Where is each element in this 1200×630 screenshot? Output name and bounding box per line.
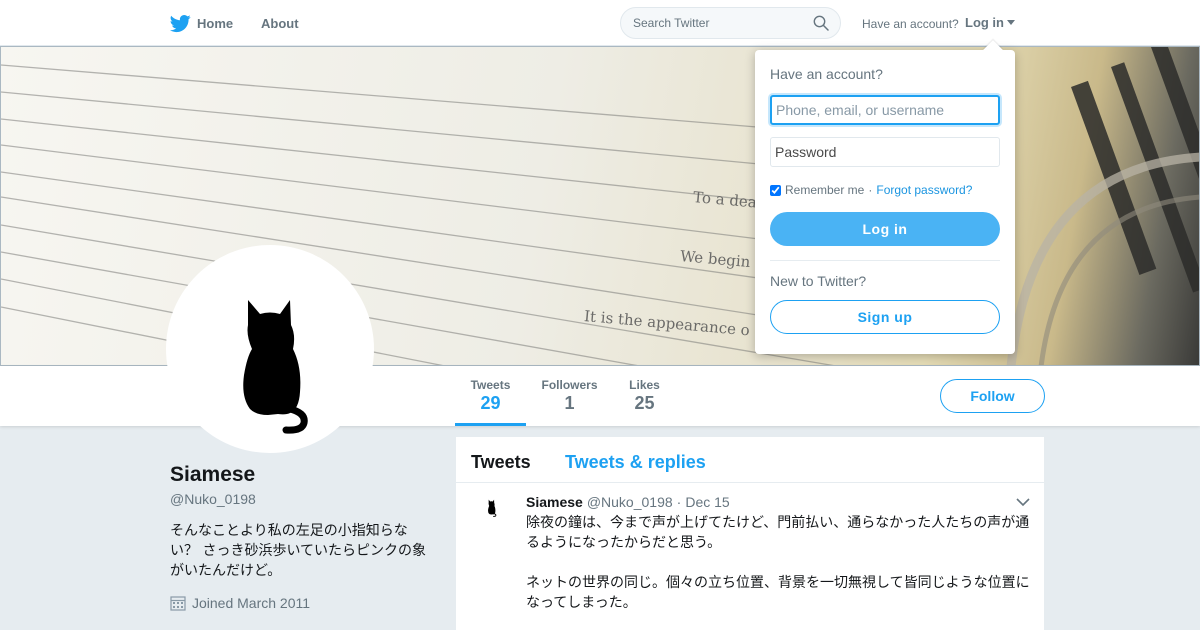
search-input[interactable] [633, 16, 803, 30]
profile-name[interactable]: Siamese [170, 463, 255, 487]
tweet-author-name[interactable]: Siamese [526, 494, 583, 510]
stat-label: Followers [541, 378, 598, 392]
tweet-header: Siamese @Nuko_0198 · Dec 15 [526, 494, 730, 510]
login-dropdown-toggle[interactable]: Log in [965, 15, 1015, 30]
new-to-twitter-text: New to Twitter? [770, 273, 867, 289]
stat-value: 25 [634, 393, 655, 413]
nav-home-label: Home [197, 16, 234, 31]
search-box [620, 7, 841, 39]
nav-home-link[interactable]: Home [170, 13, 233, 34]
profile-handle[interactable]: @Nuko_0198 [170, 491, 256, 507]
tweet-date[interactable]: Dec 15 [685, 494, 729, 510]
stat-value: 1 [564, 393, 575, 413]
have-account-text: Have an account? [862, 17, 959, 31]
follow-button[interactable]: Follow [940, 379, 1045, 413]
login-dropdown: Have an account? Remember me · Forgot pa… [755, 40, 1015, 354]
profile-bio: そんなことより私の左足の小指知らない？ さっき砂浜歩いていたらピンクの象がいたん… [170, 523, 427, 579]
tweet-author-handle[interactable]: @Nuko_0198 [587, 494, 673, 510]
timeline-tabs: Tweets Tweets & replies [456, 437, 1044, 483]
signup-button[interactable]: Sign up [770, 300, 1000, 334]
login-button[interactable]: Log in [770, 212, 1000, 246]
calendar-icon [170, 596, 186, 611]
tweet-paragraph: ネットの世界の同じ。個々の立ち位置、背景を一切無視して皆同じような位置になってし… [526, 575, 1030, 611]
tweet-separator: · [676, 494, 682, 510]
stat-likes[interactable]: Likes 25 [628, 378, 661, 414]
stat-label: Tweets [470, 378, 511, 392]
profile-joined: Joined March 2011 [170, 595, 310, 611]
login-toggle-label: Log in [965, 15, 1004, 30]
tweet[interactable]: Siamese @Nuko_0198 · Dec 15 除夜の鐘は、今まで声が上… [456, 483, 1044, 629]
active-stat-underline [455, 423, 526, 426]
top-navbar: Home About Have an account? Log in [0, 0, 1200, 46]
tweet-paragraph: 除夜の鐘は、今まで声が上げてたけど、門前払い、通らなかった人たちの声が通るように… [526, 515, 1030, 551]
stat-value: 29 [480, 393, 501, 413]
stat-tweets[interactable]: Tweets 29 [470, 378, 511, 414]
dropdown-divider [770, 260, 1000, 261]
tab-tweets[interactable]: Tweets [471, 452, 531, 473]
black-cat-silhouette-icon [243, 300, 308, 434]
avatar[interactable] [166, 245, 374, 453]
tab-tweets-and-replies[interactable]: Tweets & replies [565, 452, 706, 473]
chevron-down-icon[interactable] [1016, 497, 1030, 507]
black-cat-silhouette-icon [488, 499, 497, 517]
stat-followers[interactable]: Followers 1 [541, 378, 598, 414]
username-field[interactable] [770, 95, 1000, 125]
remember-row: Remember me · Forgot password? [770, 183, 972, 197]
joined-text: Joined March 2011 [192, 595, 311, 611]
tweet-text: 除夜の鐘は、今まで声が上げてたけど、門前払い、通らなかった人たちの声が通るように… [526, 513, 1032, 630]
forgot-password-link[interactable]: Forgot password? [876, 183, 972, 197]
twitter-bird-icon [170, 15, 191, 33]
remember-me-checkbox[interactable] [770, 184, 781, 196]
remember-separator: · [868, 183, 873, 197]
timeline: Tweets Tweets & replies Siamese @Nuko_01… [456, 437, 1044, 630]
caret-down-icon [1007, 20, 1015, 25]
nav-about-link[interactable]: About [261, 16, 299, 31]
search-icon[interactable] [813, 15, 829, 31]
password-field[interactable] [770, 137, 1000, 167]
login-dropdown-title: Have an account? [770, 66, 883, 82]
tweet-avatar[interactable] [474, 498, 510, 534]
remember-me-label[interactable]: Remember me [785, 183, 864, 197]
stat-label: Likes [629, 378, 660, 392]
